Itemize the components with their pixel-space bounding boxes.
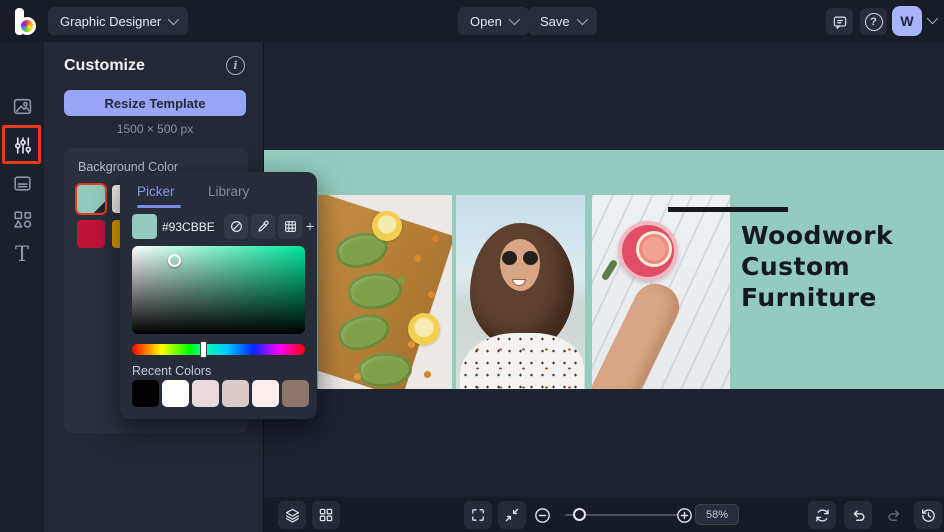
chevron-down-icon <box>509 14 520 25</box>
template-icon <box>12 173 33 194</box>
undo-icon <box>850 507 867 524</box>
swatch-palette-button[interactable] <box>278 214 302 239</box>
zoom-level-value: 58% <box>706 509 728 521</box>
recent-color-swatch[interactable] <box>282 380 309 407</box>
bg-swatch[interactable] <box>77 220 105 248</box>
minus-circle-icon <box>533 506 552 525</box>
fullscreen-button[interactable] <box>464 501 492 529</box>
zoom-level-badge[interactable]: 58% <box>695 504 739 525</box>
image-icon <box>12 96 33 117</box>
app-mode-menu[interactable]: Graphic Designer <box>48 7 188 35</box>
canvas-toolbar: 58% <box>264 497 944 532</box>
help-button[interactable]: ? <box>860 8 887 35</box>
template-dimensions: 1500 × 500 px <box>44 122 266 136</box>
tab-picker[interactable]: Picker <box>137 184 175 199</box>
sidebar-item-photos[interactable] <box>0 86 44 126</box>
info-icon[interactable]: i <box>226 56 245 75</box>
user-avatar[interactable]: W <box>892 6 922 36</box>
bg-swatch-selected[interactable] <box>77 185 105 213</box>
banner-headline[interactable]: Woodwork Custom Furniture <box>741 220 893 313</box>
plus-icon <box>305 219 315 234</box>
app-logo[interactable] <box>14 8 42 35</box>
account-chevron-down-icon[interactable] <box>927 13 938 24</box>
garnish-dots <box>414 255 421 262</box>
sidebar-item-customize[interactable] <box>0 125 44 165</box>
layers-icon <box>284 507 301 524</box>
undo-button[interactable] <box>844 501 872 529</box>
redo-icon <box>886 507 903 524</box>
sidebar-item-graphics[interactable] <box>0 199 44 239</box>
top-bar: Graphic Designer Open Save ? W <box>0 0 944 42</box>
recent-color-swatch[interactable] <box>132 380 159 407</box>
hue-slider-handle[interactable] <box>200 341 207 358</box>
question-mark-icon: ? <box>865 13 883 31</box>
recent-colors-label: Recent Colors <box>132 364 211 378</box>
photo-portrait[interactable] <box>456 195 585 389</box>
eyedropper-button[interactable] <box>251 214 275 239</box>
headline-accent-bar[interactable] <box>668 207 788 212</box>
zoom-out-button[interactable] <box>528 501 556 529</box>
drink-glass-shape <box>618 221 678 281</box>
add-color-button[interactable] <box>305 214 315 239</box>
redo-button[interactable] <box>880 501 908 529</box>
fit-to-screen-button[interactable] <box>498 501 526 529</box>
history-clock-icon <box>920 507 937 524</box>
grid-palette-icon <box>283 219 298 234</box>
active-tab-underline <box>137 205 181 208</box>
comment-icon <box>832 14 848 30</box>
current-color-swatch[interactable] <box>132 214 157 239</box>
photo-avocado-toast[interactable] <box>318 195 452 389</box>
grapefruit-slice-shape <box>636 231 672 267</box>
recent-color-swatch[interactable] <box>192 380 219 407</box>
photo-drink[interactable] <box>592 195 730 389</box>
canvas-area[interactable]: Woodwork Custom Furniture <box>264 42 944 497</box>
open-button[interactable]: Open <box>458 7 529 35</box>
color-cursor[interactable] <box>168 254 181 267</box>
refresh-icon <box>814 507 831 524</box>
open-label: Open <box>470 14 502 29</box>
sidebar-item-templates[interactable] <box>0 163 44 203</box>
saturation-brightness-area[interactable] <box>132 246 305 334</box>
chevron-down-icon <box>576 14 587 25</box>
eyedropper-icon <box>256 219 271 234</box>
hex-color-input[interactable] <box>162 214 216 239</box>
save-label: Save <box>540 14 570 29</box>
lemon-shape <box>372 211 402 241</box>
tool-rail: T <box>0 42 44 532</box>
recent-color-swatch[interactable] <box>252 380 279 407</box>
fit-screen-icon <box>504 507 520 523</box>
app-mode-label: Graphic Designer <box>60 14 161 29</box>
no-color-icon <box>229 219 244 234</box>
history-button[interactable] <box>914 501 942 529</box>
hue-slider[interactable] <box>132 344 305 355</box>
lemon-shape <box>408 313 440 345</box>
save-button[interactable]: Save <box>528 7 597 35</box>
no-color-button[interactable] <box>224 214 248 239</box>
refresh-button[interactable] <box>808 501 836 529</box>
recent-color-swatch[interactable] <box>222 380 249 407</box>
plus-circle-icon <box>675 506 694 525</box>
design-banner[interactable]: Woodwork Custom Furniture <box>264 150 944 389</box>
zoom-in-button[interactable] <box>670 501 698 529</box>
logo-color-wheel-icon <box>18 17 36 35</box>
avatar-initial: W <box>900 13 913 29</box>
pages-button[interactable] <box>312 501 340 529</box>
fullscreen-icon <box>470 507 486 523</box>
layers-button[interactable] <box>278 501 306 529</box>
zoom-slider[interactable] <box>565 514 678 516</box>
text-letter-icon: T <box>15 242 29 266</box>
sliders-icon <box>12 135 33 156</box>
recent-color-swatch[interactable] <box>162 380 189 407</box>
color-picker-popup: Picker Library Recent Colors <box>120 172 317 419</box>
feedback-button[interactable] <box>826 8 853 35</box>
sidebar-item-text[interactable]: T <box>0 234 44 274</box>
chevron-down-icon <box>168 14 179 25</box>
zoom-slider-handle[interactable] <box>573 508 586 521</box>
panel-title: Customize <box>64 57 145 75</box>
grid-board-icon <box>318 507 334 523</box>
resize-template-button[interactable]: Resize Template <box>64 90 246 116</box>
tab-library[interactable]: Library <box>208 184 249 199</box>
shapes-icon <box>12 209 33 230</box>
sunglasses-shape <box>502 251 538 265</box>
